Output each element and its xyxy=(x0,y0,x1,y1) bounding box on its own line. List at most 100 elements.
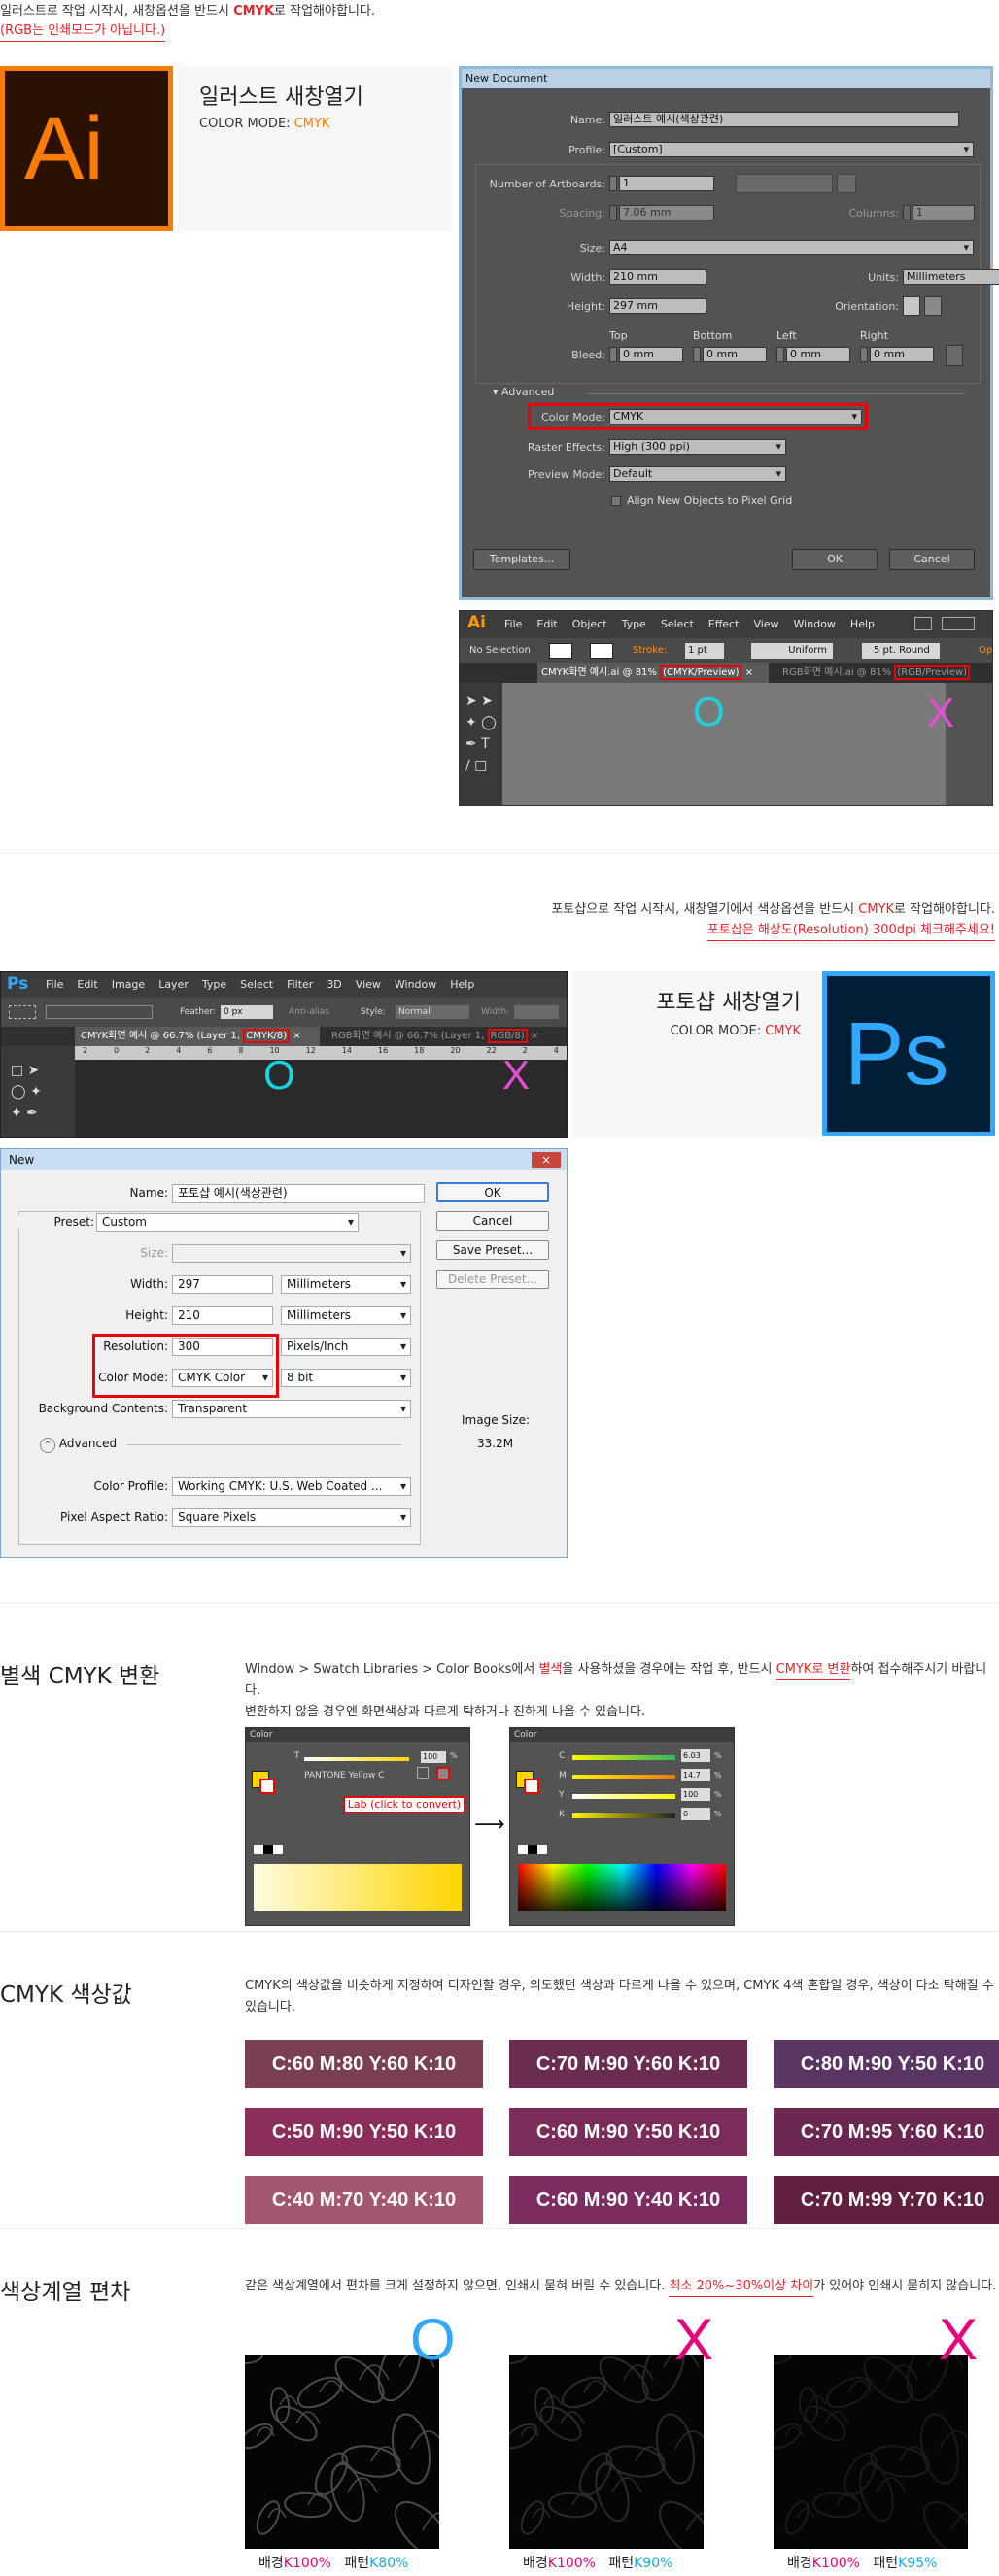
ai-menu-item[interactable]: Window xyxy=(794,618,836,630)
ai-menu-item[interactable]: View xyxy=(753,618,778,630)
ai-stroke-weight[interactable]: 1 pt xyxy=(685,643,724,659)
ai-bleed-left-input[interactable]: 0 mm xyxy=(786,347,850,362)
ai-spacing-spinner[interactable] xyxy=(609,205,617,220)
ps-menu-item[interactable]: Window xyxy=(395,978,436,991)
ps-tab-rgb-close-icon[interactable]: × xyxy=(531,1031,538,1041)
ps-ok-button[interactable]: OK xyxy=(436,1182,549,1202)
c-slider[interactable] xyxy=(572,1755,675,1760)
ai-profile-select[interactable]: [Custom] xyxy=(609,142,974,157)
ai-bleed-right-input[interactable]: 0 mm xyxy=(870,347,934,362)
ai-artboard-direction-icon[interactable] xyxy=(837,174,856,193)
ai-colormode-select[interactable]: CMYK xyxy=(609,409,862,424)
ai-height-input[interactable]: 297 mm xyxy=(609,298,706,314)
ps-height-input[interactable]: 210 xyxy=(172,1306,273,1325)
ps-marquee-icon[interactable] xyxy=(9,1005,36,1019)
ai-artboards-spinner[interactable] xyxy=(609,176,617,191)
y-value[interactable]: 100 xyxy=(681,1788,710,1801)
ps-width-input[interactable]: 297 xyxy=(172,1275,273,1294)
ai-arrange-icon[interactable] xyxy=(942,617,975,630)
ai-stroke-profile[interactable]: Uniform xyxy=(751,643,833,659)
ps-advanced-toggle[interactable]: ⌃ Advanced xyxy=(40,1437,117,1453)
ps-resolution-input[interactable]: 300 xyxy=(172,1338,273,1356)
ai-menu-item[interactable]: Select xyxy=(661,618,694,630)
m-slider[interactable] xyxy=(572,1775,675,1779)
ai-columns-input[interactable]: 1 xyxy=(913,205,975,220)
ps-colormode-select[interactable]: CMYK Color xyxy=(172,1369,273,1387)
ps-menu-item[interactable]: File xyxy=(46,978,63,991)
ps-save-preset-button[interactable]: Save Preset... xyxy=(436,1240,549,1260)
ps-aspect-select[interactable]: Square Pixels xyxy=(172,1508,411,1527)
ps-menu-item[interactable]: 3D xyxy=(327,978,341,991)
k-value[interactable]: 0 xyxy=(681,1808,710,1820)
ps-dialog-close-icon[interactable]: × xyxy=(532,1152,561,1168)
ai-menu-item[interactable]: Object xyxy=(572,618,607,630)
ai-align-checkbox[interactable] xyxy=(611,496,621,506)
ai-columns-spinner[interactable] xyxy=(903,205,911,220)
ai-workspace-icon[interactable] xyxy=(914,617,932,630)
ai-bleed-link-icon[interactable] xyxy=(946,345,963,366)
tint-value[interactable]: 100 xyxy=(421,1751,446,1763)
ps-menu-item[interactable]: Layer xyxy=(158,978,189,991)
ps-size-select[interactable] xyxy=(172,1244,411,1263)
ps-profile-select[interactable]: Working CMYK: U.S. Web Coated ... xyxy=(172,1477,411,1496)
ai-artboards-input[interactable]: 1 xyxy=(619,176,714,191)
ps-tab-close-icon[interactable]: × xyxy=(293,1031,300,1041)
ps-width-input[interactable] xyxy=(514,1005,559,1019)
color-spectrum[interactable] xyxy=(518,1864,726,1911)
ps-cancel-button[interactable]: Cancel xyxy=(436,1211,549,1231)
ps-style-select[interactable]: Normal xyxy=(396,1005,469,1019)
ps-menu-item[interactable]: Help xyxy=(450,978,474,991)
ps-resolution-unit[interactable]: Pixels/Inch xyxy=(281,1338,411,1356)
ai-bleed-right-spinner[interactable] xyxy=(860,347,868,362)
ai-landscape-icon[interactable] xyxy=(924,296,942,316)
ps-tab-cmyk[interactable]: CMYK화면 예시 @ 66.7% (Layer 1, CMYK/8) × xyxy=(75,1027,320,1046)
tint-slider[interactable] xyxy=(304,1757,409,1761)
ai-advanced-toggle[interactable]: ▾ Advanced xyxy=(493,386,554,398)
ai-bleed-top-input[interactable]: 0 mm xyxy=(619,347,683,362)
stroke-swatch[interactable] xyxy=(259,1779,275,1794)
m-value[interactable]: 14.7 xyxy=(681,1769,710,1781)
ai-units-select[interactable]: Millimeters xyxy=(903,269,999,285)
ai-bleed-left-spinner[interactable] xyxy=(776,347,784,362)
ai-menu-item[interactable]: File xyxy=(504,618,522,630)
ps-canvas[interactable] xyxy=(75,1060,567,1137)
k-slider[interactable] xyxy=(572,1813,675,1818)
none-black-white-icon-cmyk[interactable] xyxy=(518,1845,547,1854)
stroke-swatch-cmyk[interactable] xyxy=(524,1779,539,1794)
ai-cancel-button[interactable]: Cancel xyxy=(889,549,975,570)
ps-menu-item[interactable]: View xyxy=(356,978,381,991)
ai-width-input[interactable]: 210 mm xyxy=(609,269,706,285)
ai-ok-button[interactable]: OK xyxy=(792,549,878,570)
ai-stroke-swatch[interactable] xyxy=(590,643,613,659)
ai-menu-item[interactable]: Type xyxy=(622,618,646,630)
ai-tab-cmyk[interactable]: CMYK화면 예시.ai @ 81% (CMYK/Preview) × xyxy=(537,663,769,683)
ai-artboard-layout-icons[interactable] xyxy=(736,174,833,193)
ps-selection-mode-icons[interactable] xyxy=(46,1005,153,1019)
ps-menu-item[interactable]: Image xyxy=(112,978,145,991)
c-value[interactable]: 6.03 xyxy=(681,1749,710,1762)
ps-delete-preset-button[interactable]: Delete Preset... xyxy=(436,1270,549,1289)
ps-background-select[interactable]: Transparent xyxy=(172,1400,411,1418)
spot-icon[interactable] xyxy=(417,1767,429,1779)
ps-name-input[interactable]: 포토샵 예시(색상관련) xyxy=(172,1184,425,1203)
ps-bitdepth-select[interactable]: 8 bit xyxy=(281,1369,411,1387)
ps-menu-item[interactable]: Filter xyxy=(287,978,313,991)
ps-tool-icons[interactable]: □ ➤ ◯ ✦ ✦ ✒ xyxy=(11,1060,42,1124)
ai-spacing-input[interactable]: 7.06 mm xyxy=(619,205,714,220)
ai-tab-close-icon[interactable]: × xyxy=(745,667,753,678)
ai-size-select[interactable]: A4 xyxy=(609,240,974,255)
tint-ramp[interactable] xyxy=(254,1864,462,1911)
ai-tab-rgb[interactable]: RGB화면 예시.ai @ 81% (RGB/Preview) xyxy=(778,663,994,683)
ai-portrait-icon[interactable] xyxy=(903,296,920,316)
lab-convert-icon[interactable] xyxy=(436,1767,450,1780)
ps-menu-item[interactable]: Select xyxy=(240,978,273,991)
ps-width-unit[interactable]: Millimeters xyxy=(281,1275,411,1294)
ai-bleed-top-spinner[interactable] xyxy=(609,347,617,362)
ps-preset-select[interactable]: Custom xyxy=(96,1213,359,1232)
ai-fill-swatch[interactable] xyxy=(549,643,572,659)
ai-bleed-bottom-spinner[interactable] xyxy=(693,347,701,362)
ai-menu-item[interactable]: Effect xyxy=(708,618,740,630)
ai-name-input[interactable]: 일러스트 예시(색상관련) xyxy=(609,112,959,127)
ai-menu-item[interactable]: Help xyxy=(850,618,875,630)
ps-feather-input[interactable]: 0 px xyxy=(221,1005,273,1019)
